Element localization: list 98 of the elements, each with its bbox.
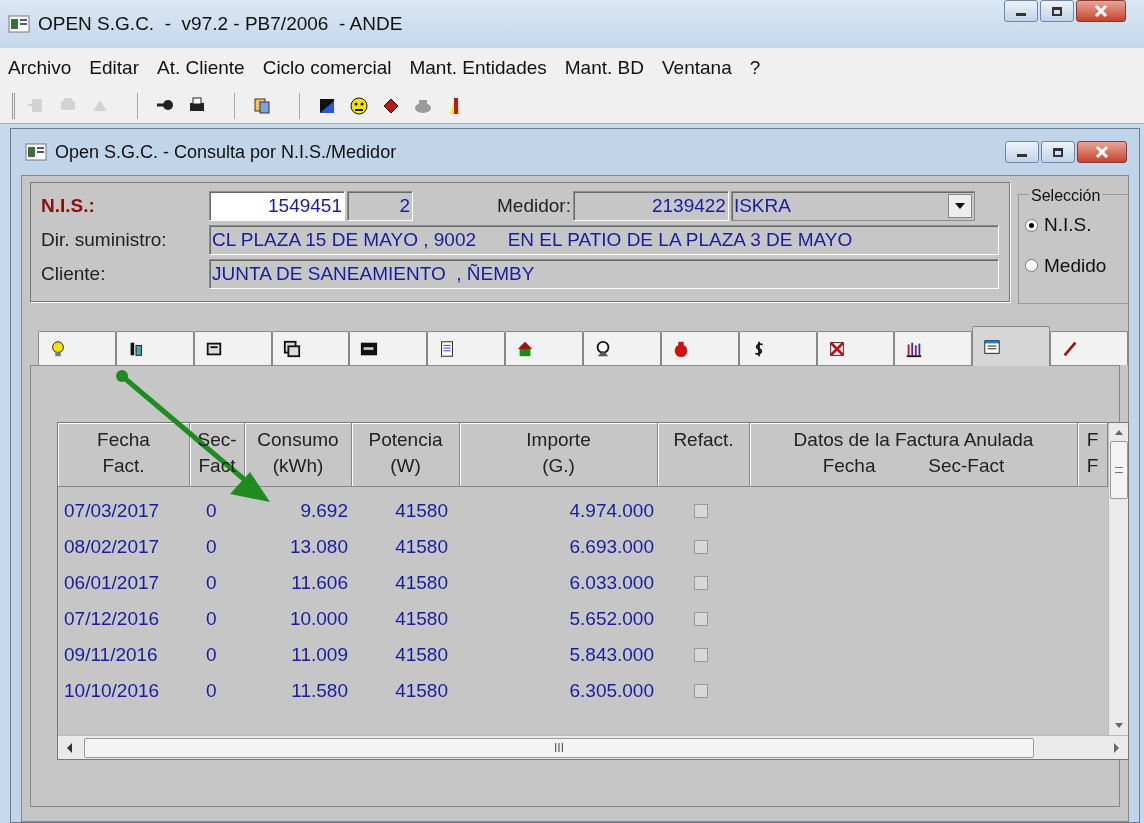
radio-button[interactable] xyxy=(1025,259,1038,273)
radio-option[interactable]: Medido xyxy=(1025,251,1128,280)
column-header[interactable]: Fecha Fact. xyxy=(58,423,190,487)
checkbox[interactable] xyxy=(694,540,708,554)
table-cell-text: 9.692 xyxy=(299,498,349,523)
brand-value: ISKRA xyxy=(732,193,792,218)
table-cell-text: 6.693.000 xyxy=(568,534,655,559)
radio-button[interactable] xyxy=(1025,218,1038,232)
table-cell-text: 0 xyxy=(205,498,218,523)
menu-item[interactable]: Editar xyxy=(89,53,139,83)
table-cell-text: 41580 xyxy=(394,534,449,559)
maximize-button[interactable] xyxy=(1040,0,1074,22)
checkbox[interactable] xyxy=(694,684,708,698)
scroll-grip: III xyxy=(554,739,564,757)
lightbulb-icon xyxy=(49,338,67,359)
table-cell-text: 09/11/2016 xyxy=(63,642,159,667)
column-header[interactable]: Refact. xyxy=(658,423,750,487)
face-icon xyxy=(349,95,369,116)
face-tool-button[interactable] xyxy=(348,94,370,117)
address-field[interactable]: CL PLAZA 15 DE MAYO , 9002 EN EL PATIO DE LA PLAZA 3 DE MAYO xyxy=(209,225,999,255)
nis-sequence-field[interactable]: 2 xyxy=(347,191,413,221)
checkbox[interactable] xyxy=(694,612,708,626)
table-cell-text: 41580 xyxy=(394,678,449,703)
tab[interactable] xyxy=(583,331,661,365)
table-cell-text: 10/10/2016 xyxy=(63,678,161,703)
minimize-icon xyxy=(1016,13,1026,16)
table-cell-text: 41580 xyxy=(394,570,449,595)
table-cell-text: 0 xyxy=(205,570,218,595)
medidor-field[interactable]: 2139422 xyxy=(572,191,729,221)
table-cell-text: 13.080 xyxy=(288,534,349,559)
tab[interactable] xyxy=(349,331,428,365)
table-cell-text: 0 xyxy=(205,606,218,631)
child-window-title: Open S.G.C. - Consulta por N.I.S./Medidor xyxy=(55,140,397,164)
close-icon xyxy=(1094,5,1108,17)
table-cell-text: 6.305.000 xyxy=(568,678,655,703)
table-cell-text: 08/02/2017 xyxy=(63,534,161,559)
windows-icon xyxy=(282,338,301,359)
nis-field[interactable]: 1549451 xyxy=(209,191,345,221)
maximize-button[interactable] xyxy=(1041,141,1075,163)
menu-item[interactable]: At. Cliente xyxy=(157,53,245,83)
table-cell-text: 5.652.000 xyxy=(568,606,655,631)
minimize-button[interactable] xyxy=(1004,0,1038,22)
menu-item[interactable]: Ciclo comercial xyxy=(262,53,392,83)
maximize-icon xyxy=(1053,147,1063,157)
tab[interactable] xyxy=(115,331,194,365)
dir-label: Dir. suministro: xyxy=(41,227,168,252)
table-cell-text: 6.033.000 xyxy=(568,570,655,595)
medidor-label: Medidor: xyxy=(497,193,571,218)
vertical-scrollbar[interactable] xyxy=(1108,423,1128,735)
cliente-label: Cliente: xyxy=(41,261,107,286)
menu-item[interactable]: Mant. Entidades xyxy=(409,53,547,83)
column-header[interactable]: Potencia (W) xyxy=(352,423,460,487)
scroll-thumb[interactable] xyxy=(1109,441,1128,499)
table-cell-text: 11.009 xyxy=(290,642,349,667)
table-cell-text: 41580 xyxy=(394,498,449,523)
window-icon xyxy=(25,143,47,161)
table-cell-text: 07/12/2016 xyxy=(63,606,161,631)
scroll-thumb[interactable]: III xyxy=(84,737,1034,758)
table-cell-text: 11.580 xyxy=(290,678,349,703)
tab[interactable] xyxy=(271,331,350,365)
table-cell-text: 41580 xyxy=(394,606,449,631)
table-cell-text: 4.974.000 xyxy=(568,498,655,523)
table-cell-text: 11.606 xyxy=(290,570,349,595)
nis-label: N.I.S.: xyxy=(41,193,96,218)
brand-dropdown[interactable]: ISKRA xyxy=(730,191,975,221)
clipboard-icon xyxy=(252,95,272,116)
checkbox[interactable] xyxy=(694,504,708,518)
table-cell-text: 0 xyxy=(205,534,218,559)
close-icon xyxy=(1095,146,1109,158)
table-cell-text: 5.843.000 xyxy=(568,642,655,667)
window-icon xyxy=(8,15,30,33)
column-header[interactable]: Datos de la Factura Anulada Fecha Sec-Fact xyxy=(750,423,1078,487)
tab[interactable] xyxy=(193,331,272,365)
table-cell-text: 07/03/2017 xyxy=(63,498,161,523)
close-button[interactable] xyxy=(1077,141,1127,163)
column-header[interactable]: Consumo (kWh) xyxy=(245,423,352,487)
client-field[interactable]: JUNTA DE SANEAMIENTO , ÑEMBY xyxy=(209,259,999,289)
minimize-button[interactable] xyxy=(1005,141,1039,163)
checkbox[interactable] xyxy=(694,576,708,590)
close-button[interactable] xyxy=(1076,0,1126,22)
table-cell-text: 0 xyxy=(205,642,218,667)
checkbox[interactable] xyxy=(694,648,708,662)
menu-item[interactable]: Archivo xyxy=(8,53,72,83)
dropdown-caret-icon xyxy=(954,203,965,209)
table-cell-text: 10.000 xyxy=(288,606,349,631)
menu-item[interactable]: Mant. BD xyxy=(564,53,644,83)
menu-item[interactable]: Ventana xyxy=(662,53,732,83)
minimize-icon xyxy=(1017,154,1027,157)
maximize-icon xyxy=(1052,6,1062,16)
table-cell-text: 06/01/2017 xyxy=(63,570,161,595)
window-title: OPEN S.G.C. - v97.2 - PB7/2006 - ANDE xyxy=(38,11,403,36)
column-header[interactable]: F F xyxy=(1078,423,1108,487)
table-cell-text: 0 xyxy=(205,678,218,703)
menu-item[interactable]: ? xyxy=(749,53,761,83)
table-cell-text: 41580 xyxy=(394,642,449,667)
radio-option[interactable]: N.I.S. xyxy=(1025,211,1128,240)
horizontal-scrollbar[interactable]: III xyxy=(58,735,1128,759)
column-header[interactable]: Importe (G.) xyxy=(460,423,658,487)
